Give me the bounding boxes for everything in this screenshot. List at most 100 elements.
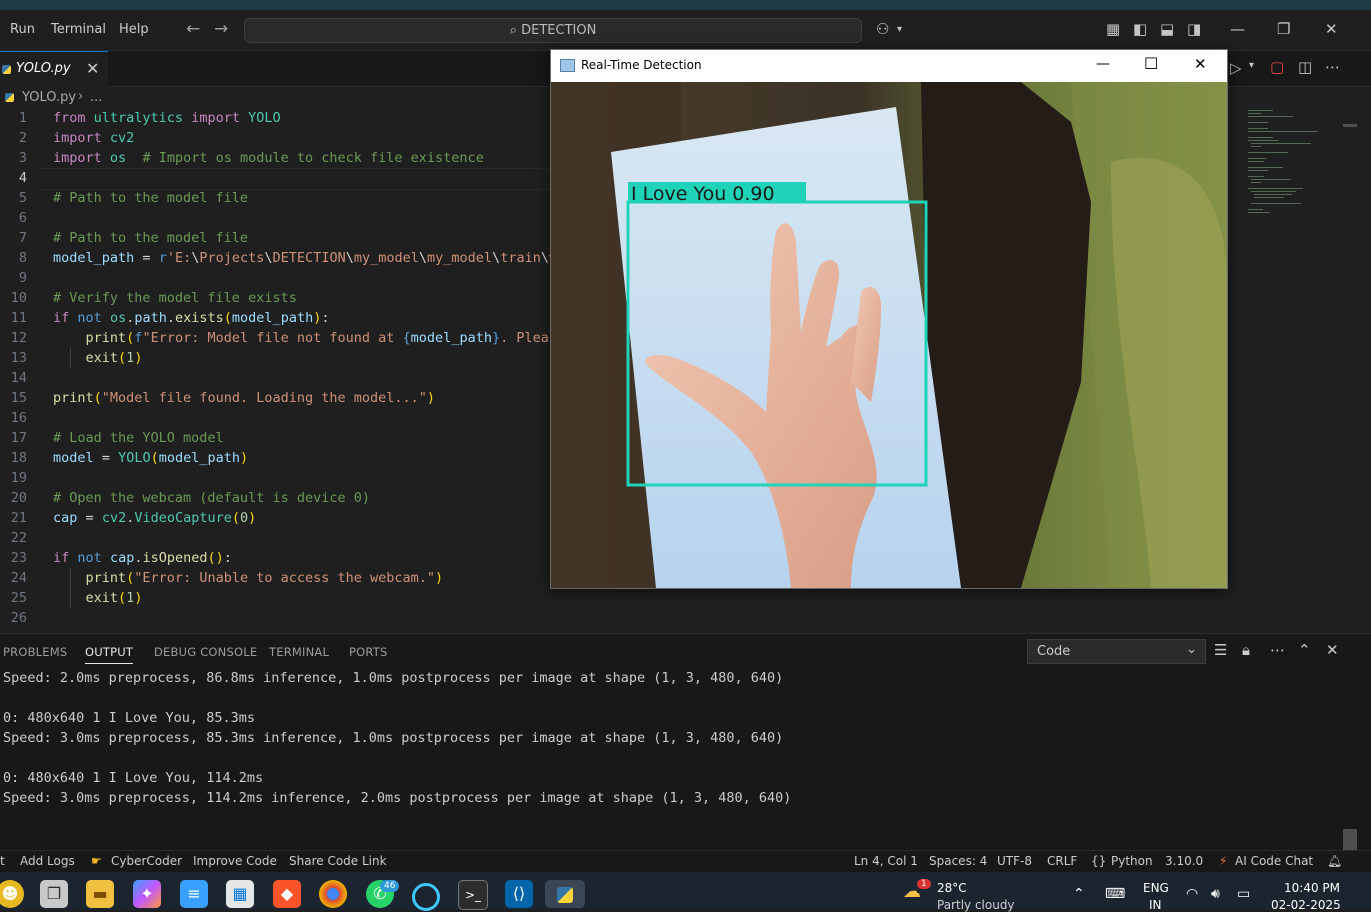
copilot-icon[interactable]: ⚇ (876, 20, 889, 38)
status-eol[interactable]: CRLF (1047, 854, 1077, 868)
code-line: 1 from ultralytics import YOLO (18, 110, 281, 126)
detection-window[interactable]: Real-Time Detection — ☐ ✕ I Love You 0.9… (550, 49, 1228, 589)
stop-icon[interactable]: ▢ (1270, 58, 1284, 76)
chrome-icon[interactable] (319, 880, 347, 908)
detection-minimize-icon[interactable]: — (1096, 56, 1110, 72)
code-editor[interactable]: 1 from ultralytics import YOLO 2 import cv… (0, 108, 560, 632)
close-icon[interactable]: ✕ (1325, 20, 1338, 38)
status-ai-code-chat[interactable]: AI Code Chat (1235, 854, 1313, 868)
output-line: 0: 480x640 1 I Love You, 85.3ms (3, 710, 255, 726)
cortana-icon[interactable] (412, 883, 440, 911)
chevron-up-icon[interactable]: ⌃ (1073, 886, 1085, 902)
status-indentation[interactable]: Spaces: 4 (929, 854, 987, 868)
status-cybercoder[interactable]: CyberCoder (111, 854, 182, 868)
tab-ports[interactable]: PORTS (349, 645, 387, 659)
notepad-icon[interactable]: ≡ (180, 880, 208, 908)
code-line: 15 print("Model file found. Loading the m… (10, 390, 436, 406)
copilot-chevron-icon[interactable]: ▾ (897, 24, 902, 35)
status-share-code-link[interactable]: Share Code Link (289, 854, 387, 868)
output-line: Speed: 3.0ms preprocess, 114.2ms inferen… (3, 790, 792, 806)
lock-icon[interactable]: 🔒︎ (1242, 641, 1250, 659)
keyboard-icon[interactable]: ⌨ (1105, 886, 1125, 902)
windows-taskbar: ☻ ❐ ▬ ✦ ≡ ▦ ◆ ✆ 46 >_ ⟨⟩ ☁ 1 28°C Partly… (0, 872, 1371, 912)
language-indicator[interactable]: ENG (1143, 881, 1169, 895)
output-scrollbar[interactable] (1343, 829, 1357, 851)
split-editor-icon[interactable]: ◫ (1298, 58, 1312, 76)
close-panel-icon[interactable]: ✕ (1326, 641, 1339, 659)
weather-temp: 28°C (937, 881, 967, 895)
forward-arrow-icon[interactable]: → (214, 19, 228, 39)
toggle-panel-icon[interactable]: ⬓ (1160, 20, 1174, 38)
microsoft-store-icon[interactable]: ▦ (226, 880, 254, 908)
output-line: 0: 480x640 1 I Love You, 114.2ms (3, 770, 264, 786)
widgets-icon[interactable]: ☻ (0, 880, 24, 908)
clock-time[interactable]: 10:40 PM (1284, 881, 1340, 895)
code-line: 11 if not os.path.exists(model_path): (10, 310, 330, 326)
tab-yolo-py[interactable]: YOLO.py ✕ (0, 51, 108, 87)
menu-run[interactable]: Run (10, 22, 35, 37)
file-explorer-icon[interactable]: ▬ (86, 880, 114, 908)
command-center-label: DETECTION (521, 23, 597, 38)
status-cursor-position[interactable]: Ln 4, Col 1 (854, 854, 918, 868)
back-arrow-icon[interactable]: ← (186, 19, 200, 39)
code-line: 2 import cv2 (18, 130, 135, 146)
tab-problems[interactable]: PROBLEMS (3, 645, 67, 659)
output-line: Speed: 2.0ms preprocess, 86.8ms inferenc… (3, 670, 784, 686)
detection-window-titlebar[interactable]: Real-Time Detection — ☐ ✕ (551, 50, 1227, 82)
status-bar: t Add Logs ☛ CyberCoder Improve Code Sha… (0, 850, 1371, 873)
lightning-icon: ⚡︎ (1219, 854, 1228, 868)
code-line: 26 (10, 610, 27, 626)
bell-icon[interactable]: 🔔︎ (1327, 854, 1342, 868)
toggle-primary-sidebar-icon[interactable]: ◧ (1133, 20, 1147, 38)
more-actions-icon[interactable]: ⋯ (1325, 58, 1340, 76)
word-wrap-icon[interactable]: ☰ (1214, 641, 1227, 659)
toggle-secondary-sidebar-icon[interactable]: ◨ (1187, 20, 1201, 38)
code-line: 3 import os # Import os module to check f… (18, 150, 484, 166)
vscode-icon[interactable]: ⟨⟩ (505, 880, 533, 908)
minimap[interactable] (1245, 108, 1345, 218)
volume-icon[interactable]: 🔊︎ (1211, 886, 1220, 902)
editor-scrollbar[interactable] (1343, 124, 1357, 127)
menu-terminal[interactable]: Terminal (51, 22, 106, 37)
maximize-panel-icon[interactable]: ⌃ (1298, 641, 1311, 659)
status-encoding[interactable]: UTF-8 (997, 854, 1032, 868)
code-line: 13 exit(1) (10, 350, 143, 366)
brave-browser-icon[interactable]: ◆ (273, 880, 301, 908)
wifi-icon[interactable]: ◠ (1186, 886, 1198, 902)
status-language[interactable]: Python (1111, 854, 1153, 868)
battery-icon[interactable]: ▭ (1237, 886, 1250, 902)
task-view-icon[interactable]: ❐ (40, 880, 68, 908)
code-line: 10 # Verify the model file exists (10, 290, 297, 306)
tab-close-icon[interactable]: ✕ (86, 59, 99, 78)
command-center-search[interactable]: ⌕ DETECTION (244, 18, 862, 43)
breadcrumb-rest[interactable]: ... (90, 90, 102, 105)
webcam-frame: I Love You 0.90 (551, 82, 1227, 588)
status-improve-code[interactable]: Improve Code (193, 854, 277, 868)
detection-maximize-icon[interactable]: ☐ (1144, 54, 1158, 73)
more-actions-icon[interactable]: ⋯ (1270, 641, 1285, 659)
webcam-image: I Love You 0.90 (551, 82, 1227, 588)
minimize-icon[interactable]: — (1230, 20, 1245, 38)
restore-icon[interactable]: ❐ (1277, 20, 1290, 38)
braces-icon: {} (1091, 854, 1107, 868)
code-line: 24 print("Error: Unable to access the we… (10, 570, 444, 586)
copilot-app-icon[interactable]: ✦ (133, 880, 161, 908)
tab-debug-console[interactable]: DEBUG CONSOLE (154, 645, 257, 659)
tab-terminal[interactable]: TERMINAL (269, 645, 329, 659)
menu-help[interactable]: Help (119, 22, 149, 37)
window-app-icon (560, 59, 575, 72)
status-t[interactable]: t (0, 854, 5, 868)
breadcrumb-file[interactable]: YOLO.py (22, 90, 76, 105)
python-app-icon[interactable] (545, 880, 585, 908)
customize-layout-icon[interactable]: ▦ (1106, 20, 1120, 38)
detection-close-icon[interactable]: ✕ (1194, 55, 1207, 73)
status-add-logs[interactable]: Add Logs (20, 854, 75, 868)
output-line: Speed: 3.0ms preprocess, 85.3ms inferenc… (3, 730, 784, 746)
code-line: 6 (18, 210, 27, 226)
status-python-version[interactable]: 3.10.0 (1165, 854, 1203, 868)
tab-output[interactable]: OUTPUT (85, 645, 134, 664)
run-chevron-icon[interactable]: ▾ (1249, 60, 1254, 71)
output-channel-select[interactable]: Code ⌄ (1027, 639, 1206, 664)
run-file-icon[interactable]: ▷ (1230, 59, 1242, 77)
terminal-app-icon[interactable]: >_ (458, 880, 488, 910)
